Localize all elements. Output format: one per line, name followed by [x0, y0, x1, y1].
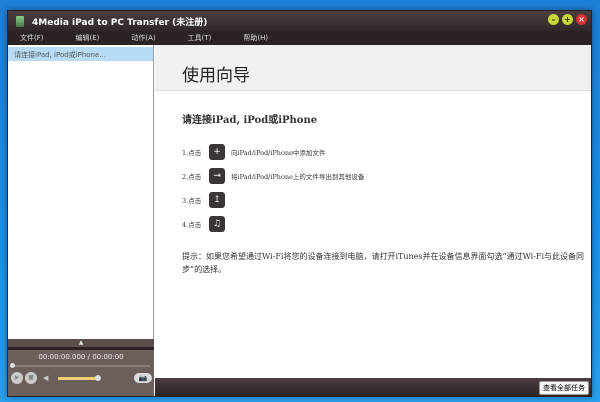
export-icon[interactable]: ⇥: [209, 168, 225, 184]
main-panel: 使用向导 请连接iPad, iPod或iPhone 1.点击 + 向iPad/iPo…: [155, 45, 591, 396]
device-list-item[interactable]: 请连接iPad, iPod或iPhone...: [8, 47, 153, 61]
menu-bar: 文件(F) 编辑(E) 动作(A) 工具(T) 帮助(H): [8, 31, 591, 45]
app-icon: [16, 15, 24, 27]
maximize-button[interactable]: +: [562, 14, 573, 25]
export-to-pc-icon[interactable]: ↥: [209, 192, 225, 208]
page-title: 使用向导: [155, 45, 591, 91]
view-all-tasks-button[interactable]: 查看全部任务: [539, 381, 589, 395]
menu-help[interactable]: 帮助(H): [243, 33, 268, 43]
device-sidebar: 请连接iPad, iPod或iPhone... ▲ 00:00:00.000 /…: [8, 45, 154, 396]
step-number: 4.点击: [182, 221, 202, 229]
itunes-icon[interactable]: ♫: [209, 216, 225, 232]
minimize-button[interactable]: –: [548, 14, 559, 25]
snapshot-button[interactable]: 📷: [134, 373, 152, 383]
menu-file[interactable]: 文件(F): [20, 33, 44, 43]
window-title: 4Media iPad to PC Transfer (未注册): [32, 17, 208, 28]
media-player: ▲ 00:00:00.000 / 00:00:00 ▶ ■ ◀ 📷: [8, 339, 154, 396]
menu-tools[interactable]: 工具(T): [188, 33, 212, 43]
step-text: 将iPad/iPod/iPhone上的文件导出到其他设备: [231, 173, 365, 181]
menu-edit[interactable]: 编辑(E): [76, 33, 100, 43]
step-text: 向iPad/iPod/iPhone中添加文件: [231, 149, 326, 157]
step-number: 1.点击: [182, 149, 202, 157]
stop-button[interactable]: ■: [25, 372, 37, 384]
step-number: 3.点击: [182, 197, 202, 205]
wifi-tip: 提示：如果您希望通过Wi-Fi将您的设备连接到电脑，请打开iTunes并在设备信…: [182, 252, 585, 274]
add-file-icon[interactable]: +: [209, 144, 225, 160]
playback-time: 00:00:00.000 / 00:00:00: [38, 353, 124, 361]
volume-slider[interactable]: [58, 374, 102, 381]
step-row: 4.点击 ♫: [182, 212, 591, 236]
step-row: 2.点击 ⇥ 将iPad/iPod/iPhone上的文件导出到其他设备: [182, 164, 591, 188]
seek-slider[interactable]: [10, 363, 150, 368]
volume-icon: ◀: [43, 374, 49, 382]
menu-action[interactable]: 动作(A): [131, 33, 155, 43]
step-row: 1.点击 + 向iPad/iPod/iPhone中添加文件: [182, 140, 591, 164]
expand-player-button[interactable]: ▲: [8, 339, 154, 347]
title-bar: 4Media iPad to PC Transfer (未注册) – + ×: [8, 11, 591, 31]
close-button[interactable]: ×: [576, 14, 587, 25]
connect-heading: 请连接iPad, iPod或iPhone: [182, 115, 318, 126]
step-number: 2.点击: [182, 173, 202, 181]
status-bar: 查看全部任务: [155, 378, 591, 396]
play-button[interactable]: ▶: [11, 372, 23, 384]
step-row: 3.点击 ↥: [182, 188, 591, 212]
app-window: 4Media iPad to PC Transfer (未注册) – + × 文…: [7, 10, 592, 397]
